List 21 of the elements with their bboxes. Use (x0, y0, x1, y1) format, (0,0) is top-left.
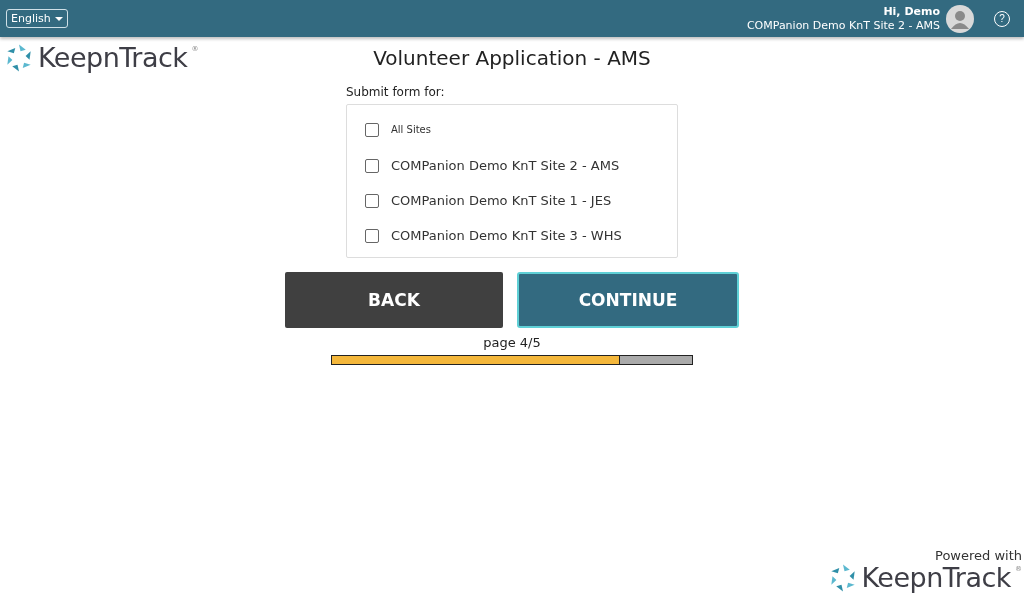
option-label: COMPanion Demo KnT Site 3 - WHS (391, 228, 622, 243)
page-indicator: page 4/5 (483, 335, 541, 351)
checkbox[interactable] (365, 122, 379, 137)
site-name: COMPanion Demo KnT Site 2 - AMS (746, 18, 940, 33)
language-dropdown[interactable]: English (6, 9, 68, 28)
logo-text: KeepnTrack (861, 563, 1011, 593)
logo-text: KeepnTrack (38, 43, 188, 73)
checkbox[interactable] (365, 228, 379, 243)
back-button[interactable]: BACK (285, 272, 503, 328)
checkbox[interactable] (365, 158, 379, 173)
greeting: Hi, Demo (882, 4, 940, 19)
form-label: Submit form for: (346, 85, 446, 99)
option-label: COMPanion Demo KnT Site 2 - AMS (391, 158, 620, 173)
page-title: Volunteer Application - AMS (373, 45, 651, 71)
option-label: All Sites (391, 124, 431, 135)
continue-button[interactable]: CONTINUE (517, 272, 739, 328)
checkbox[interactable] (365, 193, 379, 208)
powered-text: Powered with (935, 548, 1022, 563)
caret-icon (54, 16, 63, 21)
avatar-icon[interactable] (946, 4, 974, 33)
option-label: COMPanion Demo KnT Site 1 - JES (391, 193, 612, 208)
